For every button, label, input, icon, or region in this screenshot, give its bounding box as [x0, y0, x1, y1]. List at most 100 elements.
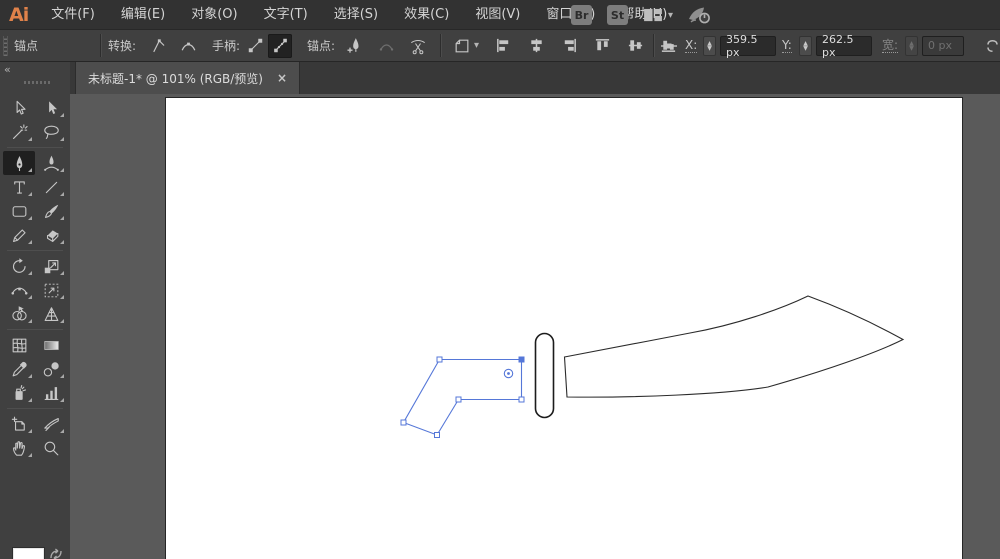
toolbar-separator — [3, 405, 67, 412]
artboard-clip-dropdown[interactable]: ▾ — [450, 30, 479, 61]
tool-free-transform[interactable] — [35, 278, 67, 302]
eyedropper-icon — [10, 360, 29, 379]
hide-handles-button[interactable] — [268, 30, 292, 61]
cut-path-button[interactable] — [406, 30, 430, 61]
convert-to-smooth-button[interactable] — [176, 30, 200, 61]
hand-icon — [10, 439, 29, 458]
tool-paintbrush[interactable] — [35, 199, 67, 223]
zoom-icon — [42, 439, 61, 458]
illustrator-window: Ai 文件(F)编辑(E)对象(O)文字(T)选择(S)效果(C)视图(V)窗口… — [0, 0, 1000, 559]
curvature-icon — [42, 154, 61, 173]
tool-blend[interactable] — [35, 357, 67, 381]
tool-scale[interactable] — [35, 254, 67, 278]
blend-icon — [42, 360, 61, 379]
tool-eraser[interactable] — [35, 223, 67, 247]
tool-artboard[interactable] — [3, 412, 35, 436]
divider — [653, 34, 654, 57]
collapse-panel-icon[interactable]: « — [4, 63, 11, 76]
menu-item-0[interactable]: 文件(F) — [38, 0, 108, 30]
bridge-button[interactable]: Br — [571, 5, 592, 25]
menu-item-4[interactable]: 选择(S) — [321, 0, 391, 30]
menu-item-1[interactable]: 编辑(E) — [108, 0, 178, 30]
tool-column-graph[interactable] — [35, 381, 67, 405]
workspace-switcher[interactable]: ▾ — [643, 8, 673, 23]
tool-slice[interactable] — [35, 412, 67, 436]
paintbrush-icon — [42, 202, 61, 221]
menu-item-2[interactable]: 对象(O) — [178, 0, 250, 30]
toolbar-separator — [3, 247, 67, 254]
selected-anchor-point — [519, 357, 525, 363]
canvas-area[interactable] — [70, 94, 1000, 559]
align-top-button[interactable] — [590, 34, 614, 58]
tool-eyedropper[interactable] — [3, 357, 35, 381]
x-field[interactable]: 359.5 px — [718, 30, 776, 61]
menu-item-5[interactable]: 效果(C) — [391, 0, 462, 30]
fill-swatch[interactable] — [13, 548, 44, 559]
y-stepper[interactable]: ▲▼ — [799, 30, 812, 61]
x-label: X: — [685, 30, 697, 61]
width-field: 0 px — [920, 30, 964, 61]
shape-builder-icon — [10, 305, 29, 324]
document-tab[interactable]: 未标题-1* @ 101% (RGB/预览) × — [75, 62, 300, 94]
tool-selection[interactable] — [3, 96, 35, 120]
tool-pen[interactable] — [3, 151, 35, 175]
reference-point-icon — [660, 30, 678, 61]
tool-line-segment[interactable] — [35, 175, 67, 199]
tool-width[interactable] — [3, 278, 35, 302]
rotate-icon — [10, 257, 29, 276]
tool-direct-selection[interactable] — [35, 96, 67, 120]
tool-pencil[interactable] — [3, 223, 35, 247]
tool-rotate[interactable] — [3, 254, 35, 278]
tool-rectangle[interactable] — [3, 199, 35, 223]
tool-mesh[interactable] — [3, 333, 35, 357]
align-middle-button[interactable] — [623, 34, 647, 58]
x-stepper[interactable]: ▲▼ — [703, 30, 716, 61]
convert-label: 转换: — [108, 30, 136, 61]
tool-shape-builder[interactable] — [3, 302, 35, 326]
add-anchor-button[interactable] — [343, 30, 367, 61]
show-handles-button[interactable] — [243, 30, 267, 61]
knife-guard-capsule[interactable] — [536, 334, 554, 418]
tool-gradient[interactable] — [35, 333, 67, 357]
divider — [100, 34, 101, 57]
menu-item-3[interactable]: 文字(T) — [251, 0, 321, 30]
control-bar-grip[interactable] — [3, 30, 8, 61]
close-icon[interactable]: × — [277, 71, 287, 85]
menu-item-6[interactable]: 视图(V) — [462, 0, 533, 30]
tool-curvature[interactable] — [35, 151, 67, 175]
tool-lasso[interactable] — [35, 120, 67, 144]
stock-button[interactable]: St — [607, 5, 628, 25]
type-icon — [10, 178, 29, 197]
context-label: 锚点 — [14, 30, 38, 61]
align-buttons — [491, 30, 680, 61]
menu-bar-right: Br St ▾ — [571, 0, 711, 30]
tool-hand[interactable] — [3, 436, 35, 460]
pen-icon — [10, 154, 29, 173]
swap-fill-stroke-icon[interactable] — [48, 547, 64, 559]
convert-to-corner-button[interactable] — [146, 30, 170, 61]
align-right-button[interactable] — [557, 34, 581, 58]
tool-symbol-sprayer[interactable] — [3, 381, 35, 405]
tool-type[interactable] — [3, 175, 35, 199]
tools-grid — [3, 96, 67, 460]
magic-wand-icon — [10, 123, 29, 142]
line-icon — [42, 178, 61, 197]
align-center-button[interactable] — [524, 34, 548, 58]
y-label: Y: — [782, 30, 792, 61]
align-left-button[interactable] — [491, 34, 515, 58]
gpu-performance-icon[interactable] — [688, 6, 711, 24]
remove-anchor-button-disabled[interactable] — [374, 30, 398, 61]
width-icon — [10, 281, 29, 300]
tool-magic-wand[interactable] — [3, 120, 35, 144]
toolbar-header: « — [0, 62, 70, 94]
rectangle-icon — [10, 202, 29, 221]
perspective-icon — [42, 305, 61, 324]
gradient-icon — [42, 336, 61, 355]
tool-zoom[interactable] — [35, 436, 67, 460]
toolbar-grip[interactable] — [24, 81, 50, 84]
column-graph-icon — [42, 384, 61, 403]
chevron-down-icon: ▾ — [668, 10, 673, 21]
y-field[interactable]: 262.5 px — [814, 30, 872, 61]
tool-perspective-grid[interactable] — [35, 302, 67, 326]
document-tab-title: 未标题-1* @ 101% (RGB/预览) — [88, 70, 263, 87]
